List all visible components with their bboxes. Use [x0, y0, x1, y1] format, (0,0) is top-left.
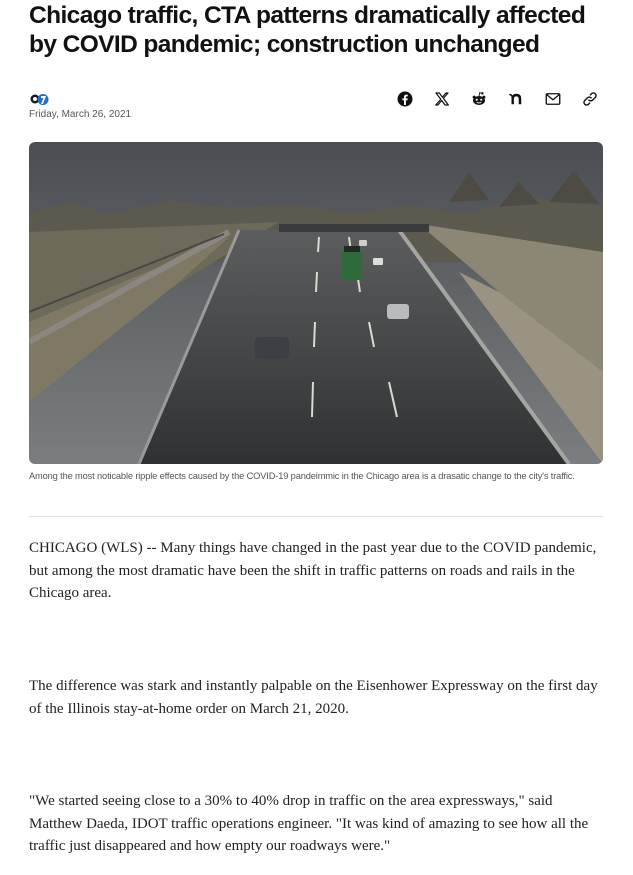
divider [29, 516, 603, 517]
article-paragraph-1: CHICAGO (WLS) -- Many things have change… [29, 540, 597, 601]
expressway-photo [29, 142, 603, 464]
copy-link-button[interactable] [581, 90, 599, 108]
article-paragraph-3: "We started seeing close to a 30% to 40%… [29, 793, 589, 854]
article-photo [29, 142, 603, 464]
nextdoor-icon [509, 93, 522, 105]
byline: Friday, March 26, 2021 [29, 90, 603, 120]
share-bar [396, 90, 599, 108]
link-icon [583, 92, 597, 106]
facebook-share-button[interactable] [396, 90, 414, 108]
publish-date: Friday, March 26, 2021 [29, 109, 132, 120]
reddit-icon [472, 92, 486, 105]
article-paragraph-2: The difference was stark and instantly p… [29, 678, 598, 717]
x-share-button[interactable] [433, 90, 451, 108]
image-caption: Among the most noticable ripple effects … [29, 471, 575, 481]
nextdoor-share-button[interactable] [507, 90, 525, 108]
facebook-icon [397, 91, 413, 107]
email-icon [545, 93, 561, 105]
email-share-button[interactable] [544, 90, 562, 108]
x-icon [435, 92, 449, 106]
reddit-share-button[interactable] [470, 90, 488, 108]
article-headline: Chicago traffic, CTA patterns dramatical… [29, 2, 586, 58]
abc7-logo-icon [30, 94, 49, 105]
